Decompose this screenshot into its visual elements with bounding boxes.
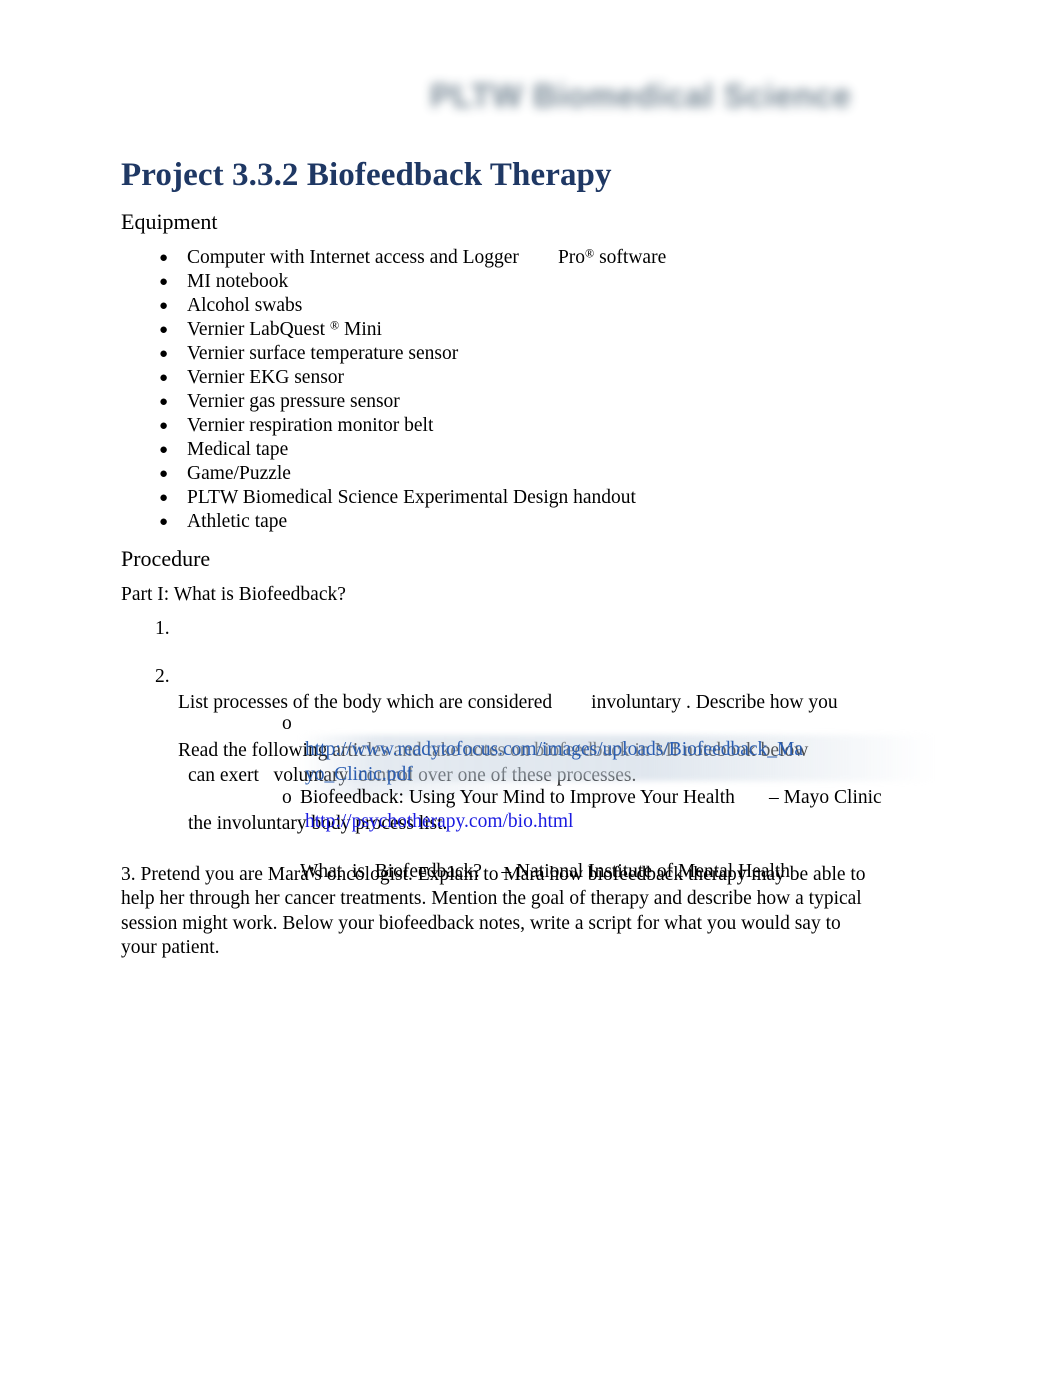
list-item: ● Game/Puzzle	[121, 462, 941, 486]
header-watermark: PLTW Biomedical Science	[430, 77, 852, 114]
list-item: ● Vernier surface temperature sensor	[121, 342, 941, 366]
registered-mark-icon: ®	[329, 318, 340, 333]
list-item: ● Vernier LabQuest ® Mini	[121, 318, 941, 342]
bullet-icon: ●	[159, 322, 169, 338]
list-item: ● PLTW Biomedical Science Experimental De…	[121, 486, 941, 510]
bullet-icon: ●	[159, 514, 169, 530]
article-link-1[interactable]: http://www.readytofocus.com/images/uploa…	[305, 738, 850, 787]
o-bullet-icon: o	[282, 713, 292, 734]
bullet-icon: ●	[159, 418, 169, 434]
equipment-item-text: Vernier respiration monitor belt	[187, 415, 434, 436]
bullet-icon: ●	[159, 250, 169, 266]
equipment-section-heading: Equipment	[121, 209, 218, 234]
list-item: ● Alcohol swabs	[121, 294, 941, 318]
equipment-item-text: Vernier LabQuest	[187, 319, 330, 340]
bullet-icon: ●	[159, 490, 169, 506]
equipment-item-text: MI notebook	[187, 271, 289, 292]
bullet-icon: ●	[159, 346, 169, 362]
equipment-item-text: Computer with Internet access and Logger	[187, 247, 519, 268]
equipment-item-text: Medical tape	[187, 439, 289, 460]
page-title: Project 3.3.2 Biofeedback Therapy	[121, 157, 612, 194]
equipment-item-tail: software	[594, 247, 667, 268]
list-item: ● Medical tape	[121, 438, 941, 462]
article-link-2[interactable]: http://psychotherapy.com/bio.html	[305, 810, 573, 835]
list-item: ● Vernier gas pressure sensor	[121, 390, 941, 414]
part-label: Part I: What is Biofeedback?	[121, 584, 346, 605]
list-item: ● Computer with Internet access and Logge…	[121, 246, 941, 270]
equipment-item-tail: Mini	[339, 319, 382, 340]
step-number: 1.	[155, 618, 170, 639]
equipment-item-brand: Pro	[557, 247, 586, 268]
bullet-icon: ●	[159, 274, 169, 290]
procedure-section-heading: Procedure	[121, 546, 211, 571]
equipment-item-text: Athletic tape	[187, 511, 288, 532]
bullet-icon: ●	[159, 442, 169, 458]
equipment-item-text: Alcohol swabs	[187, 295, 303, 316]
list-item: ● Athletic tape	[121, 510, 941, 534]
equipment-item-text: Vernier surface temperature sensor	[187, 343, 459, 364]
registered-mark-icon: ®	[585, 246, 595, 261]
bullet-icon: ●	[159, 298, 169, 314]
step-number: 2.	[155, 666, 170, 687]
bullet-icon: ●	[159, 466, 169, 482]
list-item: ● Vernier EKG sensor	[121, 366, 941, 390]
equipment-item-gap	[519, 247, 558, 268]
o-bullet-icon: o	[282, 787, 292, 808]
bullet-icon: ●	[159, 394, 169, 410]
bullet-icon: ●	[159, 370, 169, 386]
equipment-item-text: Vernier gas pressure sensor	[187, 391, 400, 412]
list-item: ● Vernier respiration monitor belt	[121, 414, 941, 438]
equipment-item-text: Game/Puzzle	[187, 463, 291, 484]
list-item: ● MI notebook	[121, 270, 941, 294]
equipment-list: ● Computer with Internet access and Logge…	[121, 246, 941, 534]
procedure-step-3: 3. Pretend you are Mara’s oncologist. Ex…	[121, 863, 871, 959]
equipment-item-text: Vernier EKG sensor	[187, 367, 345, 388]
equipment-item-text: PLTW Biomedical Science Experimental Des…	[187, 487, 636, 508]
